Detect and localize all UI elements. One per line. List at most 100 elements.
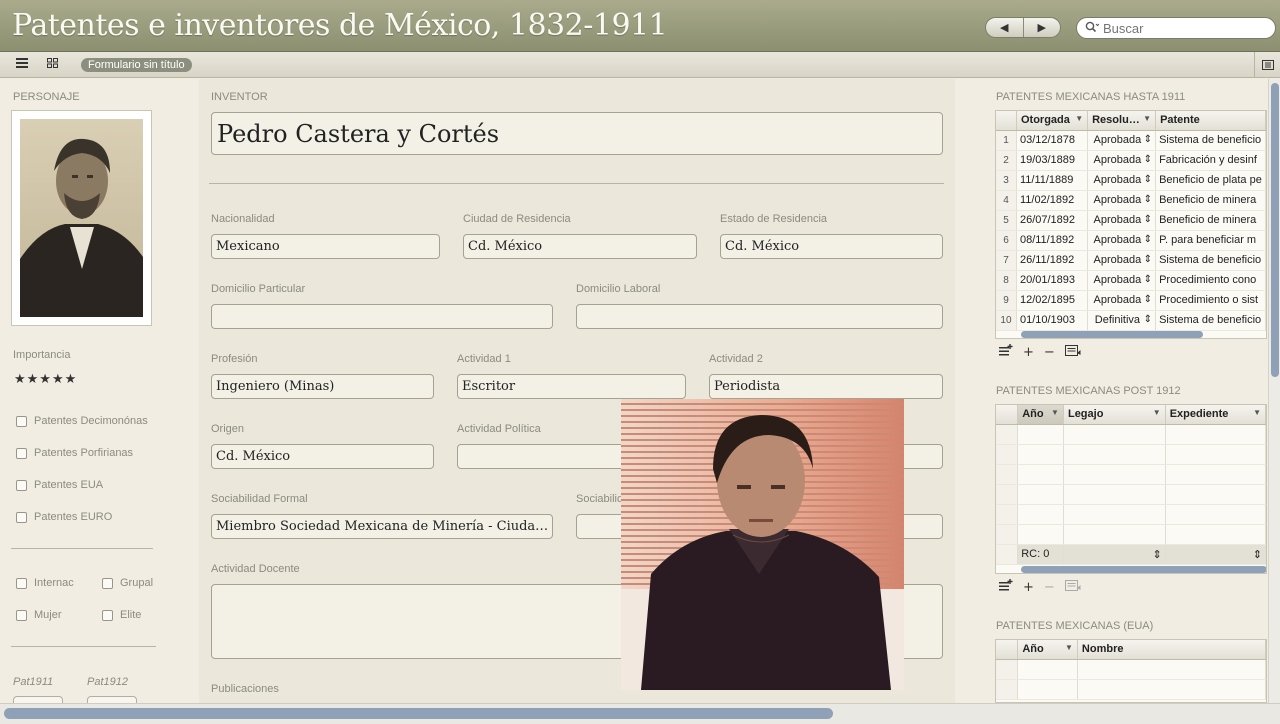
domicilio-particular-field[interactable]: [211, 304, 553, 329]
cell-otorgada[interactable]: 08/11/1892: [1016, 230, 1089, 251]
cell-otorgada[interactable]: 03/12/1878: [1016, 130, 1089, 151]
actividad1-field[interactable]: Escritor: [457, 374, 686, 399]
ciudad-residencia-field[interactable]: Cd. México: [463, 234, 697, 259]
table-row[interactable]: 5 26/07/1892 Aprobada ⇕ Beneficio de minera: [996, 210, 1266, 231]
stepper-icon[interactable]: ⇕: [1144, 294, 1152, 305]
column-header-resolucion[interactable]: Resolu… ▼: [1087, 111, 1157, 131]
vertical-scrollbar-thumb[interactable]: [1271, 83, 1279, 377]
actividad2-field[interactable]: Periodista: [709, 374, 943, 399]
checkbox-patentes-euro[interactable]: Patentes EURO: [16, 511, 112, 523]
stepper-icon[interactable]: ⇕: [1063, 544, 1166, 565]
inventor-field[interactable]: Pedro Castera y Cortés: [211, 112, 943, 155]
table-cell[interactable]: [1063, 524, 1166, 545]
cell-patente[interactable]: Procedimiento cono: [1155, 270, 1266, 291]
checkbox-box[interactable]: [16, 415, 27, 427]
search-box[interactable]: [1076, 17, 1276, 39]
sociabilidad-formal-field[interactable]: Miembro Sociedad Mexicana de Minería - C…: [211, 514, 553, 539]
table-row[interactable]: 3 11/11/1889 Aprobada ⇕ Beneficio de plata p…: [996, 170, 1266, 191]
estado-residencia-field[interactable]: Cd. México: [720, 234, 943, 259]
cell-patente[interactable]: Sistema de beneficio: [1155, 130, 1266, 151]
checkbox-box[interactable]: [16, 479, 27, 491]
cell-resolucion[interactable]: Aprobada ⇕: [1087, 270, 1157, 291]
table-row[interactable]: 9 12/02/1895 Aprobada ⇕ Procedimiento o sist: [996, 290, 1266, 311]
table-row[interactable]: [996, 464, 1266, 485]
cell-otorgada[interactable]: 26/11/1892: [1016, 250, 1089, 271]
cell-resolucion[interactable]: Aprobada ⇕: [1087, 150, 1157, 171]
origen-field[interactable]: Cd. México: [211, 444, 434, 469]
checkbox-internac[interactable]: Internac: [16, 577, 74, 589]
table-cell[interactable]: [1063, 444, 1166, 465]
table-cell[interactable]: [1063, 424, 1166, 445]
table-cell[interactable]: [1165, 464, 1266, 485]
table-row[interactable]: [996, 659, 1266, 680]
cell-resolucion[interactable]: Aprobada ⇕: [1087, 250, 1157, 271]
cell-resolucion[interactable]: Definitiva ⇕: [1087, 310, 1157, 331]
search-input[interactable]: [1103, 20, 1263, 36]
column-header-otorgada[interactable]: Otorgada ▼: [1016, 111, 1089, 131]
cell-resolucion[interactable]: Aprobada ⇕: [1087, 230, 1157, 251]
stepper-icon[interactable]: ⇕: [1144, 154, 1152, 165]
vertical-scrollbar[interactable]: [1268, 79, 1280, 703]
cell-otorgada[interactable]: 19/03/1889: [1016, 150, 1089, 171]
table-cell[interactable]: [1063, 464, 1166, 485]
table-cell[interactable]: [1077, 679, 1266, 700]
table-cell[interactable]: [1017, 524, 1064, 545]
cell-resolucion[interactable]: Aprobada ⇕: [1087, 210, 1157, 231]
table-cell[interactable]: [1017, 659, 1078, 680]
table-row[interactable]: 10 01/10/1903 Definitiva ⇕ Sistema de benefi…: [996, 310, 1266, 331]
table-row[interactable]: [996, 524, 1266, 545]
table-row[interactable]: [996, 504, 1266, 525]
table-cell[interactable]: [1017, 504, 1064, 525]
remove-row-button[interactable]: −: [1044, 580, 1055, 595]
profesion-field[interactable]: Ingeniero (Minas): [211, 374, 434, 399]
add-row-button[interactable]: +: [1023, 345, 1034, 360]
horizontal-scrollbar[interactable]: [0, 703, 1280, 724]
cell-otorgada[interactable]: 11/11/1889: [1016, 170, 1089, 191]
stepper-icon[interactable]: ⇕: [1144, 254, 1152, 265]
new-row-icon[interactable]: [999, 579, 1013, 595]
checkbox-patentes-eua[interactable]: Patentes EUA: [16, 479, 103, 491]
table-cell[interactable]: [1165, 504, 1266, 525]
table-row[interactable]: 6 08/11/1892 Aprobada ⇕ P. para beneficiar m: [996, 230, 1266, 251]
stepper-icon[interactable]: ⇕: [1144, 314, 1152, 325]
cell-otorgada[interactable]: 20/01/1893: [1016, 270, 1089, 291]
next-record-button[interactable]: ▶: [1024, 18, 1061, 37]
stepper-icon[interactable]: ⇕: [1144, 134, 1152, 145]
stepper-icon[interactable]: ⇕: [1144, 234, 1152, 245]
cell-patente[interactable]: Beneficio de minera: [1155, 210, 1266, 231]
list-view-icon[interactable]: [16, 58, 28, 71]
edit-row-icon[interactable]: [1064, 579, 1081, 595]
table-row[interactable]: 2 19/03/1889 Aprobada ⇕ Fabricación y desinf: [996, 150, 1266, 171]
edit-row-icon[interactable]: [1064, 344, 1081, 360]
cell-otorgada[interactable]: 26/07/1892: [1016, 210, 1089, 231]
stepper-icon[interactable]: ⇕: [1144, 214, 1152, 225]
table-cell[interactable]: [1165, 524, 1266, 545]
table-cell[interactable]: [1017, 679, 1078, 700]
table-row[interactable]: 1 03/12/1878 Aprobada ⇕ Sistema de beneficio: [996, 130, 1266, 151]
checkbox-patentes-decimononas[interactable]: Patentes Decimonónas: [16, 415, 148, 427]
checkbox-box[interactable]: [16, 609, 27, 621]
column-header-ano[interactable]: Año ▼: [1017, 640, 1078, 660]
table-cell[interactable]: [1063, 484, 1166, 505]
table-cell[interactable]: [1017, 424, 1064, 445]
cell-patente[interactable]: Sistema de beneficio: [1155, 310, 1266, 331]
new-row-icon[interactable]: [999, 344, 1013, 360]
table-cell[interactable]: [1017, 444, 1064, 465]
table-row[interactable]: 8 20/01/1893 Aprobada ⇕ Procedimiento cono: [996, 270, 1266, 291]
table-cell[interactable]: [1063, 504, 1166, 525]
table-row[interactable]: [996, 424, 1266, 445]
nacionalidad-field[interactable]: Mexicano: [211, 234, 440, 259]
checkbox-box[interactable]: [16, 447, 27, 459]
cell-resolucion[interactable]: Aprobada ⇕: [1087, 130, 1157, 151]
table-cell[interactable]: [1077, 659, 1266, 680]
table-cell[interactable]: [1017, 484, 1064, 505]
checkbox-box[interactable]: [102, 609, 113, 621]
remove-row-button[interactable]: −: [1044, 345, 1055, 360]
stepper-icon[interactable]: ⇕: [1144, 194, 1152, 205]
stepper-icon[interactable]: ⇕: [1165, 544, 1266, 565]
cell-patente[interactable]: Sistema de beneficio: [1155, 250, 1266, 271]
checkbox-mujer[interactable]: Mujer: [16, 609, 62, 621]
sidebar-toggle-icon[interactable]: [1254, 52, 1280, 78]
checkbox-box[interactable]: [16, 577, 27, 589]
stepper-icon[interactable]: ⇕: [1144, 174, 1152, 185]
